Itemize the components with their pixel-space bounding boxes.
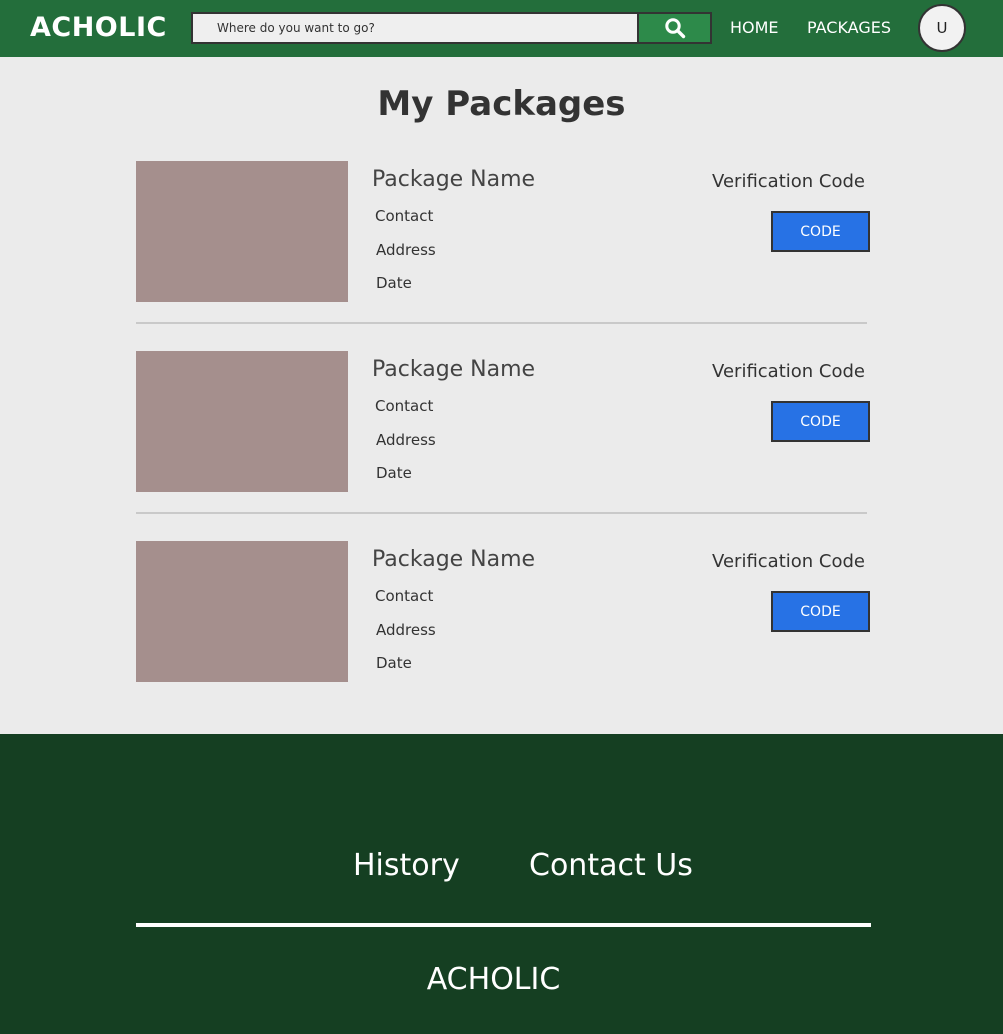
site-logo[interactable]: ACHOLIC [30,12,167,43]
package-contact: Contact [375,207,434,225]
package-card: Package Name Contact Address Date Verifi… [136,541,871,682]
footer-divider [136,923,871,927]
footer-contact-us-link[interactable]: Contact Us [529,848,693,883]
avatar-initial: U [936,19,948,37]
package-date: Date [376,654,412,672]
footer: History Contact Us ACHOLIC [0,734,1003,1034]
verification-code-label: Verification Code [712,551,865,572]
package-card: Package Name Contact Address Date Verifi… [136,161,871,302]
package-image [136,541,348,682]
package-date: Date [376,464,412,482]
top-nav-bar: ACHOLIC HOME PACKAGES U [0,0,1003,57]
package-name: Package Name [372,357,536,382]
code-button[interactable]: CODE [771,211,870,252]
footer-history-link[interactable]: History [353,848,460,883]
package-name: Package Name [372,547,536,572]
code-button[interactable]: CODE [771,591,870,632]
search-button[interactable] [639,14,710,42]
verification-code-label: Verification Code [712,171,865,192]
verification-code-label: Verification Code [712,361,865,382]
search-bar [191,12,712,44]
nav-home-link[interactable]: HOME [730,18,779,37]
code-button[interactable]: CODE [771,401,870,442]
search-input[interactable] [193,14,639,42]
package-contact: Contact [375,397,434,415]
nav-packages-link[interactable]: PACKAGES [807,18,891,37]
footer-logo: ACHOLIC [426,962,561,997]
package-card: Package Name Contact Address Date Verifi… [136,351,871,492]
package-address: Address [376,431,436,449]
package-image [136,161,348,302]
card-divider [136,512,867,514]
card-divider [136,322,867,324]
package-contact: Contact [375,587,434,605]
page-title: My Packages [377,84,626,124]
package-date: Date [376,274,412,292]
package-image [136,351,348,492]
package-address: Address [376,241,436,259]
user-avatar[interactable]: U [918,4,966,52]
package-address: Address [376,621,436,639]
package-name: Package Name [372,167,536,192]
search-icon [664,18,685,39]
